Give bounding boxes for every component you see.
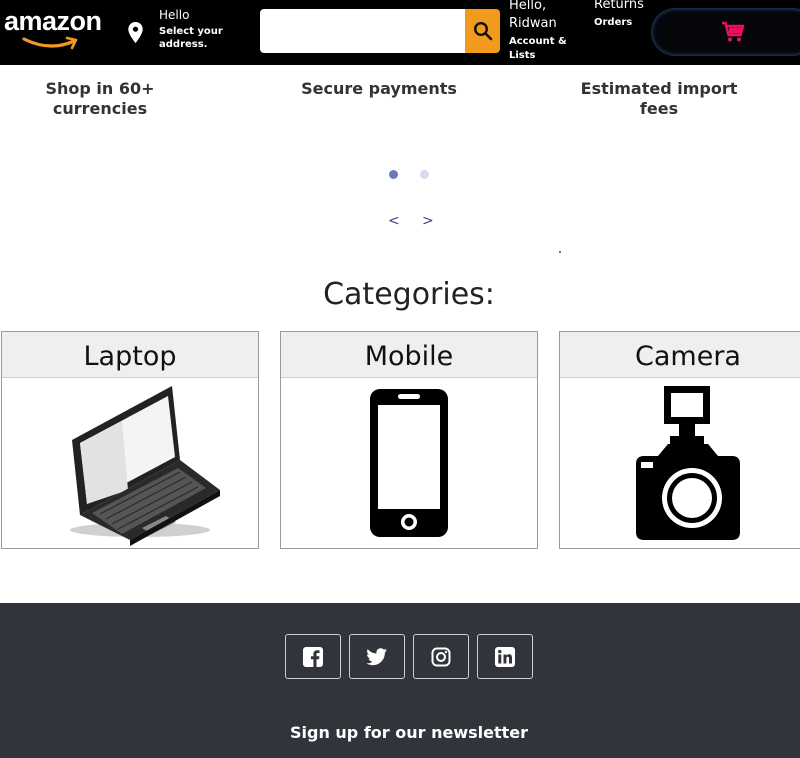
mobile-phone-icon — [281, 378, 537, 548]
account-sub: Account & Lists — [509, 36, 567, 61]
twitter-button[interactable] — [349, 634, 405, 679]
cart-icon — [722, 21, 745, 42]
cart-button[interactable] — [651, 8, 800, 56]
stray-dot — [559, 251, 561, 253]
camera-icon — [560, 378, 800, 548]
carousel-next-button[interactable]: > — [422, 213, 434, 229]
footer: Sign up for our newsletter — [0, 603, 800, 758]
account-greeting: Hello, Ridwan — [509, 0, 557, 31]
logo-smile-icon — [22, 36, 78, 50]
search-button[interactable] — [465, 9, 500, 53]
logo-text: amazon — [4, 6, 102, 36]
category-name: Mobile — [281, 332, 537, 378]
category-name: Camera — [560, 332, 800, 378]
linkedin-button[interactable] — [477, 634, 533, 679]
carousel-dot-active[interactable] — [389, 170, 398, 179]
deliver-address: Select your address. — [159, 26, 223, 50]
deliver-to[interactable]: Hello Select your address. — [159, 8, 229, 51]
category-card-camera[interactable]: Camera — [559, 331, 800, 549]
deliver-hello: Hello — [159, 8, 190, 22]
carousel-dot[interactable] — [420, 170, 429, 179]
orders-label: Orders — [594, 17, 633, 28]
search-icon — [473, 21, 492, 41]
twitter-icon — [366, 647, 387, 665]
account-lists[interactable]: Hello, Ridwan Account & Lists — [509, 0, 569, 63]
returns-label: Returns — [594, 0, 644, 12]
instagram-button[interactable] — [413, 634, 469, 679]
category-card-laptop[interactable]: Laptop — [1, 331, 259, 549]
linkedin-icon — [495, 646, 515, 667]
location-pin-icon — [128, 22, 143, 43]
newsletter-signup[interactable]: Sign up for our newsletter — [0, 723, 800, 742]
facebook-button[interactable] — [285, 634, 341, 679]
navbar: amazon Hello Select your address. Hello,… — [0, 0, 800, 65]
categories-title: Categories: — [323, 277, 495, 312]
carousel-prev-button[interactable]: < — [388, 213, 400, 229]
category-card-mobile[interactable]: Mobile — [280, 331, 538, 549]
carousel-indicators — [386, 170, 436, 180]
feature-secure-payments: Secure payments — [301, 79, 457, 98]
search-input[interactable] — [260, 9, 466, 53]
laptop-icon — [2, 378, 258, 548]
instagram-icon — [431, 647, 451, 666]
returns-orders[interactable]: Returns Orders — [594, 0, 644, 30]
facebook-icon — [303, 646, 323, 667]
feature-import-fees: Estimated import fees — [580, 79, 738, 118]
category-name: Laptop — [2, 332, 258, 378]
amazon-logo[interactable]: amazon — [4, 6, 116, 50]
feature-currencies: Shop in 60+ currencies — [45, 79, 155, 118]
